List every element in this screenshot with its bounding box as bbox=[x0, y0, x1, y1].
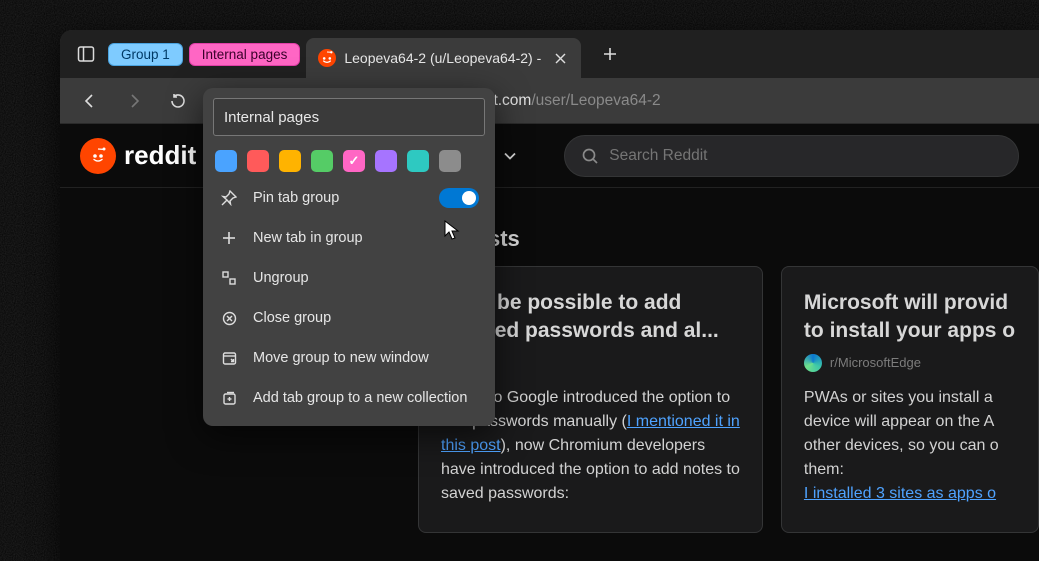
post-link[interactable]: I installed 3 sites as apps o bbox=[804, 485, 996, 502]
ungroup-icon bbox=[219, 271, 239, 285]
color-swatch[interactable] bbox=[343, 150, 365, 172]
reddit-logo-icon bbox=[80, 138, 116, 174]
reddit-wordmark: reddit bbox=[124, 140, 196, 171]
arrow-right-icon bbox=[125, 92, 143, 110]
color-swatch[interactable] bbox=[247, 150, 269, 172]
pin-tab-group-item[interactable]: Pin tab group bbox=[213, 178, 485, 218]
plus-icon bbox=[603, 47, 617, 61]
menu-label: Close group bbox=[253, 310, 331, 326]
color-swatch[interactable] bbox=[439, 150, 461, 172]
collection-icon bbox=[219, 391, 239, 406]
color-swatch[interactable] bbox=[311, 150, 333, 172]
refresh-button[interactable] bbox=[160, 83, 196, 119]
post-subreddit[interactable]: r/MicrosoftEdge bbox=[804, 354, 1016, 372]
tab-title: Leopeva64-2 (u/Leopeva64-2) - bbox=[344, 50, 541, 66]
tab-group-context-menu: Pin tab group New tab in group Ungroup C… bbox=[203, 88, 495, 426]
tab-group-chip-2[interactable]: Internal pages bbox=[189, 43, 301, 66]
active-tab[interactable]: Leopeva64-2 (u/Leopeva64-2) - bbox=[306, 38, 581, 78]
post-body: PWAs or sites you install a device will … bbox=[804, 386, 1016, 506]
menu-label: Pin tab group bbox=[253, 190, 339, 206]
reddit-search-input[interactable] bbox=[609, 147, 1002, 165]
pin-toggle[interactable] bbox=[439, 188, 479, 208]
reddit-logo[interactable]: reddit bbox=[80, 138, 196, 174]
new-tab-button[interactable] bbox=[593, 37, 627, 71]
add-group-to-collection-item[interactable]: Add tab group to a new collection bbox=[213, 378, 485, 418]
color-swatch[interactable] bbox=[375, 150, 397, 172]
tab-group-chip-1[interactable]: Group 1 bbox=[108, 43, 183, 66]
plus-icon bbox=[219, 231, 239, 245]
reddit-search[interactable] bbox=[564, 135, 1019, 177]
arrow-left-icon bbox=[81, 92, 99, 110]
tab-strip: Group 1 Internal pages Leopeva64-2 (u/Le… bbox=[60, 30, 1039, 78]
close-icon bbox=[555, 53, 566, 64]
group-name-input[interactable] bbox=[213, 98, 485, 136]
reddit-favicon-icon bbox=[318, 49, 336, 67]
menu-label: Add tab group to a new collection bbox=[253, 390, 467, 406]
url-path: /user/Leopeva64-2 bbox=[531, 92, 660, 109]
close-circle-icon bbox=[219, 311, 239, 326]
edge-icon bbox=[804, 354, 822, 372]
sidebar-icon bbox=[77, 45, 95, 63]
refresh-icon bbox=[169, 92, 187, 110]
search-icon bbox=[581, 147, 599, 165]
post-card[interactable]: Microsoft will provid to install your ap… bbox=[781, 266, 1039, 533]
color-swatch[interactable] bbox=[215, 150, 237, 172]
window-icon bbox=[219, 351, 239, 366]
color-swatch[interactable] bbox=[407, 150, 429, 172]
forward-button[interactable] bbox=[116, 83, 152, 119]
menu-label: Ungroup bbox=[253, 270, 309, 286]
close-group-item[interactable]: Close group bbox=[213, 298, 485, 338]
color-swatches bbox=[213, 136, 485, 178]
vertical-tabs-button[interactable] bbox=[70, 38, 102, 70]
cursor-icon bbox=[444, 220, 460, 240]
back-button[interactable] bbox=[72, 83, 108, 119]
ungroup-item[interactable]: Ungroup bbox=[213, 258, 485, 298]
color-swatch[interactable] bbox=[279, 150, 301, 172]
menu-label: Move group to new window bbox=[253, 350, 429, 366]
url-host: it.com bbox=[490, 92, 531, 109]
chevron-down-icon bbox=[503, 149, 517, 163]
move-group-new-window-item[interactable]: Move group to new window bbox=[213, 338, 485, 378]
post-title: Microsoft will provid to install your ap… bbox=[804, 289, 1016, 346]
tab-close-button[interactable] bbox=[549, 47, 571, 69]
user-dropdown[interactable] bbox=[490, 136, 530, 176]
pin-icon bbox=[219, 190, 239, 206]
menu-label: New tab in group bbox=[253, 230, 363, 246]
